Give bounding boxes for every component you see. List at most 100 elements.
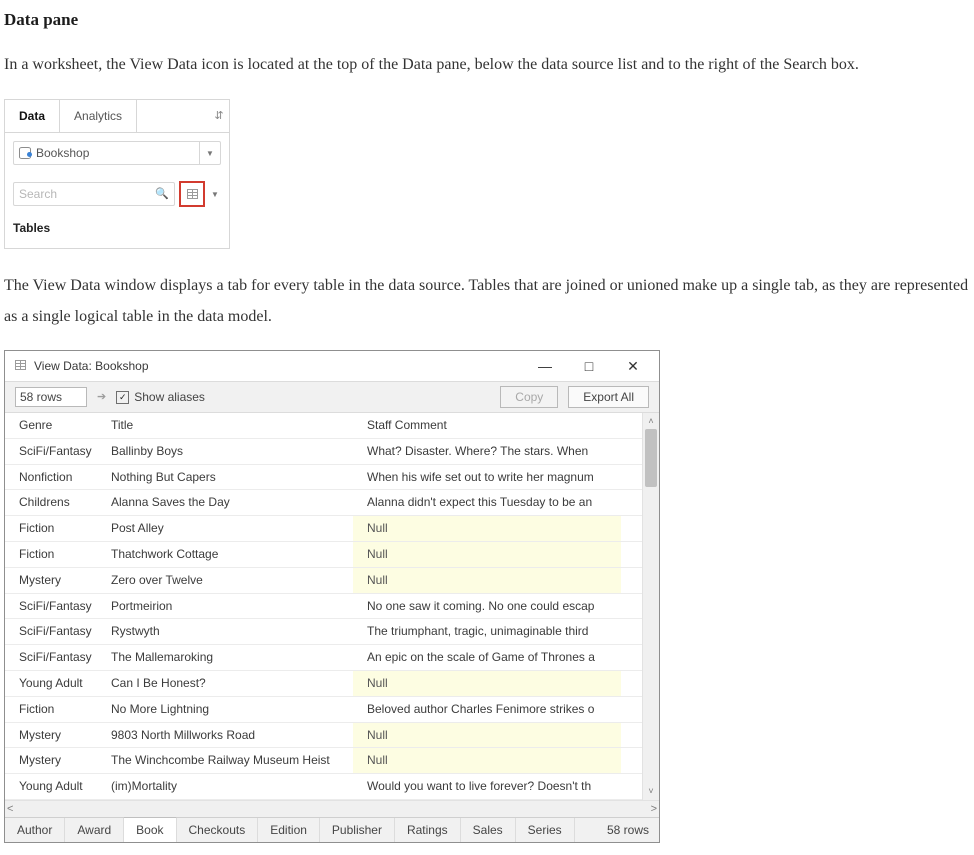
window-titlebar: View Data: Bookshop — □ ✕: [5, 351, 659, 382]
datasource-dropdown-icon[interactable]: ▼: [199, 142, 220, 164]
search-icon: 🔍: [155, 184, 169, 205]
table-row[interactable]: SciFi/FantasyPortmeirionNo one saw it co…: [5, 594, 642, 620]
table-tab-book[interactable]: Book: [124, 817, 176, 842]
cell-genre: Young Adult: [5, 671, 97, 696]
cell-genre: SciFi/Fantasy: [5, 619, 97, 644]
table-row[interactable]: NonfictionNothing But CapersWhen his wif…: [5, 465, 642, 491]
table-row[interactable]: MysteryZero over TwelveNull: [5, 568, 642, 594]
cell-genre: Mystery: [5, 723, 97, 748]
scroll-left-icon[interactable]: <: [7, 799, 13, 820]
cell-comment: Null: [353, 542, 621, 567]
cell-title: Portmeirion: [97, 594, 353, 619]
cell-comment: Null: [353, 516, 621, 541]
table-row[interactable]: Mystery9803 North Millworks RoadNull: [5, 723, 642, 749]
table-row[interactable]: ChildrensAlanna Saves the DayAlanna didn…: [5, 490, 642, 516]
pane-tab-strip: Data Analytics ⇵: [5, 100, 229, 134]
vertical-scrollbar[interactable]: ˄ ˅: [642, 413, 659, 800]
window-minimize-button[interactable]: —: [523, 352, 567, 380]
view-data-icon: [187, 189, 198, 199]
cell-genre: Mystery: [5, 568, 97, 593]
table-tab-award[interactable]: Award: [65, 818, 124, 842]
apply-rows-icon[interactable]: ➔: [97, 387, 106, 408]
cell-title: Can I Be Honest?: [97, 671, 353, 696]
footer-row-count: 58 rows: [597, 819, 659, 842]
table-tab-publisher[interactable]: Publisher: [320, 818, 395, 842]
show-aliases-checkbox[interactable]: ✓ Show aliases: [116, 386, 205, 409]
table-row[interactable]: SciFi/FantasyThe MallemarokingAn epic on…: [5, 645, 642, 671]
toolbar: 58 rows ➔ ✓ Show aliases Copy Export All: [5, 382, 659, 413]
view-data-window: View Data: Bookshop — □ ✕ 58 rows ➔ ✓ Sh…: [4, 350, 660, 843]
window-maximize-button[interactable]: □: [567, 352, 611, 380]
table-tabs: AuthorAwardBookCheckoutsEditionPublisher…: [5, 817, 659, 842]
view-data-button[interactable]: [179, 181, 205, 207]
table-row[interactable]: Young Adult(im)MortalityWould you want t…: [5, 774, 642, 800]
col-header-comment[interactable]: Staff Comment: [353, 413, 621, 438]
horizontal-scrollbar[interactable]: < >: [5, 800, 659, 817]
table-row[interactable]: Young AdultCan I Be Honest?Null: [5, 671, 642, 697]
col-header-genre[interactable]: Genre: [5, 413, 97, 438]
cell-comment: No one saw it coming. No one could escap: [353, 594, 621, 619]
scroll-up-icon[interactable]: ˄: [643, 413, 659, 429]
cell-genre: Fiction: [5, 697, 97, 722]
window-close-button[interactable]: ✕: [611, 352, 655, 380]
scroll-right-icon[interactable]: >: [651, 799, 657, 820]
checkbox-icon: ✓: [116, 391, 129, 404]
tables-heading: Tables: [13, 217, 221, 240]
cell-comment: Null: [353, 748, 621, 773]
scroll-down-icon[interactable]: ˅: [643, 784, 659, 800]
sort-icon[interactable]: ⇵: [209, 100, 229, 133]
table-row[interactable]: SciFi/FantasyRystwythThe triumphant, tra…: [5, 619, 642, 645]
section-heading: Data pane: [4, 4, 970, 36]
datasource-selector[interactable]: Bookshop ▼: [13, 141, 221, 165]
cell-comment: What? Disaster. Where? The stars. When: [353, 439, 621, 464]
table-tab-checkouts[interactable]: Checkouts: [177, 818, 259, 842]
cell-genre: SciFi/Fantasy: [5, 439, 97, 464]
pane-menu-dropdown-icon[interactable]: ▼: [209, 187, 221, 202]
table-tab-ratings[interactable]: Ratings: [395, 818, 461, 842]
table-row[interactable]: FictionThatchwork CottageNull: [5, 542, 642, 568]
table-row[interactable]: FictionNo More LightningBeloved author C…: [5, 697, 642, 723]
row-limit-input[interactable]: 58 rows: [15, 387, 87, 407]
table-tab-edition[interactable]: Edition: [258, 818, 320, 842]
cell-title: The Winchcombe Railway Museum Heist: [97, 748, 353, 773]
cell-genre: Mystery: [5, 748, 97, 773]
cell-title: 9803 North Millworks Road: [97, 723, 353, 748]
cell-title: (im)Mortality: [97, 774, 353, 799]
cell-comment: Beloved author Charles Fenimore strikes …: [353, 697, 621, 722]
copy-button[interactable]: Copy: [500, 386, 558, 408]
table-row[interactable]: FictionPost AlleyNull: [5, 516, 642, 542]
cell-comment: Alanna didn't expect this Tuesday to be …: [353, 490, 621, 515]
tab-data[interactable]: Data: [5, 100, 60, 133]
window-icon: [15, 355, 26, 378]
cell-genre: Fiction: [5, 516, 97, 541]
table-tab-series[interactable]: Series: [516, 818, 575, 842]
cell-title: Zero over Twelve: [97, 568, 353, 593]
col-header-title[interactable]: Title: [97, 413, 353, 438]
data-grid: Genre Title Staff Comment SciFi/FantasyB…: [5, 413, 642, 800]
cell-comment: Null: [353, 723, 621, 748]
cell-comment: Would you want to live forever? Doesn't …: [353, 774, 621, 799]
cell-genre: Nonfiction: [5, 465, 97, 490]
cell-genre: Childrens: [5, 490, 97, 515]
cell-genre: SciFi/Fantasy: [5, 594, 97, 619]
table-row[interactable]: SciFi/FantasyBallinby BoysWhat? Disaster…: [5, 439, 642, 465]
window-title: View Data: Bookshop: [34, 355, 149, 378]
export-all-button[interactable]: Export All: [568, 386, 649, 408]
scroll-thumb[interactable]: [645, 429, 657, 487]
cell-title: Alanna Saves the Day: [97, 490, 353, 515]
table-tab-sales[interactable]: Sales: [461, 818, 516, 842]
cell-genre: Fiction: [5, 542, 97, 567]
cell-title: Ballinby Boys: [97, 439, 353, 464]
show-aliases-label: Show aliases: [134, 386, 205, 409]
cell-genre: SciFi/Fantasy: [5, 645, 97, 670]
cell-title: Rystwyth: [97, 619, 353, 644]
cell-title: No More Lightning: [97, 697, 353, 722]
search-input[interactable]: Search 🔍: [13, 182, 175, 206]
cell-title: Nothing But Capers: [97, 465, 353, 490]
cell-comment: An epic on the scale of Game of Thrones …: [353, 645, 621, 670]
search-placeholder: Search: [19, 183, 155, 206]
table-tab-author[interactable]: Author: [5, 818, 65, 842]
tab-analytics[interactable]: Analytics: [60, 100, 137, 133]
cell-comment: The triumphant, tragic, unimaginable thi…: [353, 619, 621, 644]
table-row[interactable]: MysteryThe Winchcombe Railway Museum Hei…: [5, 748, 642, 774]
